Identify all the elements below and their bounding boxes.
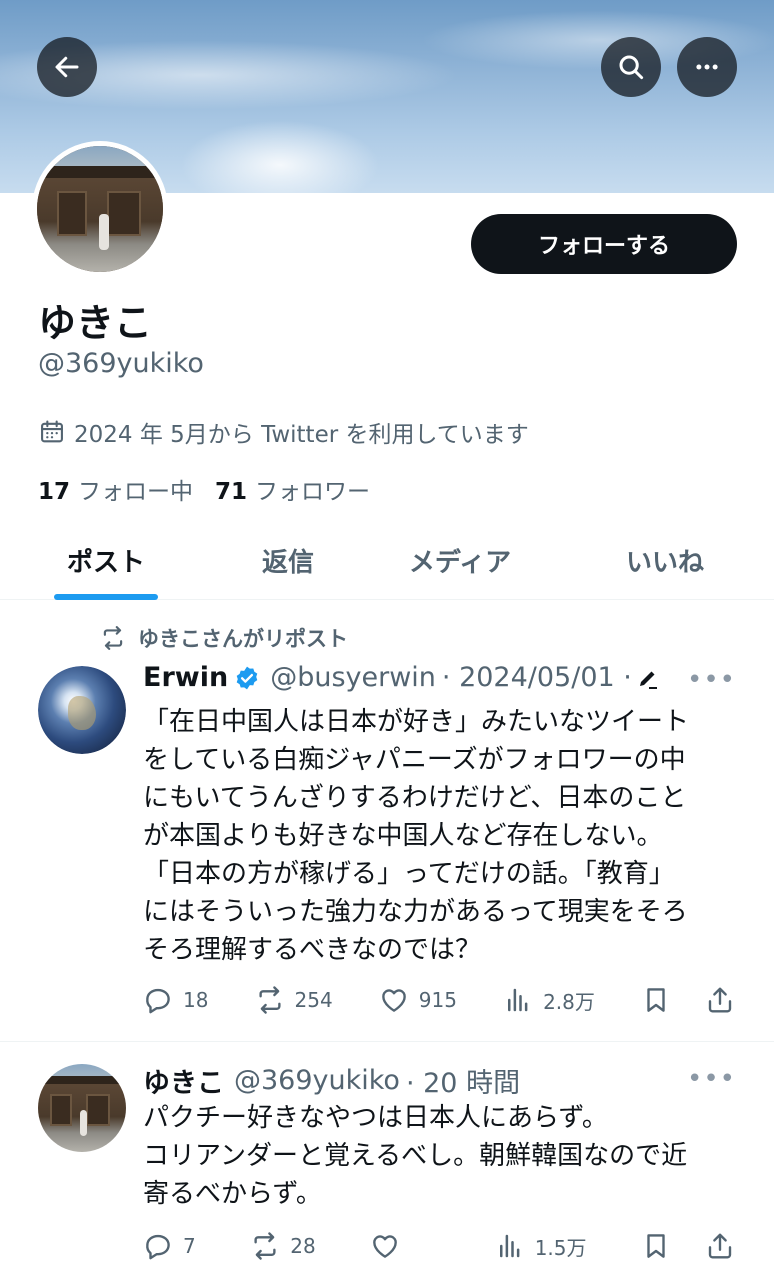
back-button[interactable]: [37, 37, 97, 97]
post-header: ゆきこ @369yukiko · 20 時間: [143, 1061, 520, 1100]
following-link[interactable]: 17 フォロー中: [38, 472, 193, 506]
views-chart-icon: [499, 1234, 520, 1258]
views-chart-icon: [508, 988, 528, 1012]
joined-text: 2024 年 5月から Twitter を利用しています: [74, 422, 529, 448]
post-author-name[interactable]: ゆきこ: [143, 1061, 224, 1100]
repost-icon: [103, 626, 123, 650]
tab-likes[interactable]: いいね: [556, 520, 774, 600]
edit-pencil-icon: [639, 671, 657, 689]
earth-avatar: [38, 666, 126, 754]
heart-icon: [381, 989, 406, 1012]
repost-indicator: ゆきこさんがリポスト: [100, 623, 348, 653]
profile-handle: @369yukiko: [38, 348, 204, 379]
tab-media[interactable]: メディア: [364, 520, 556, 600]
search-button[interactable]: [601, 37, 661, 97]
tab-posts[interactable]: ポスト: [0, 520, 212, 600]
more-options-button[interactable]: [677, 37, 737, 97]
reply-icon: [146, 988, 170, 1014]
like-button[interactable]: [370, 1231, 440, 1261]
post-extra-actions: [641, 985, 735, 1015]
profile-avatar[interactable]: [32, 141, 168, 277]
arrow-left-icon: [55, 56, 79, 78]
repost-icon: [258, 986, 281, 1014]
more-horizontal-icon: [696, 64, 718, 70]
post-date[interactable]: · 20 時間: [406, 1061, 520, 1100]
repost-icon: [254, 1232, 276, 1260]
shrine-photo: [38, 1064, 126, 1152]
calendar-icon: [41, 420, 63, 443]
post-author-handle[interactable]: @369yukiko: [234, 1065, 400, 1096]
post-actions: 7 28 1.5万: [143, 1231, 735, 1261]
bookmark-icon[interactable]: [641, 985, 671, 1015]
verified-badge-icon: [236, 666, 258, 689]
post-date[interactable]: · 2024/05/01 ·: [442, 662, 632, 693]
shrine-photo: [37, 146, 163, 272]
bookmark-icon[interactable]: [641, 1231, 671, 1261]
reply-button[interactable]: 7: [143, 1231, 196, 1261]
post-avatar-yukiko[interactable]: [38, 1064, 126, 1152]
like-button[interactable]: 915: [379, 985, 457, 1015]
joined-info: 2024 年 5月から Twitter を利用しています: [38, 415, 529, 449]
repost-button[interactable]: 254: [255, 985, 333, 1015]
post-more-button[interactable]: •••: [687, 665, 736, 695]
share-icon[interactable]: [705, 1231, 735, 1261]
banner-cloud: [180, 120, 380, 193]
post-author-name[interactable]: Erwin: [143, 662, 228, 693]
post-text: パクチー好きなやつは日本人にあらず。 コリアンダーと覚えるべし。朝鮮韓国なので近…: [143, 1103, 688, 1209]
follow-counts: 17 フォロー中 71 フォロワー: [38, 472, 370, 506]
profile-tabs: ポスト 返信 メディア いいね: [0, 520, 774, 600]
tab-replies[interactable]: 返信: [212, 520, 364, 600]
post-actions: 18 254 915 2.8万: [143, 985, 735, 1015]
post-author-handle[interactable]: @busyerwin: [270, 662, 436, 693]
active-tab-indicator: [54, 594, 158, 600]
heart-icon: [373, 1235, 397, 1258]
followers-link[interactable]: 71 フォロワー: [215, 472, 370, 506]
reply-button[interactable]: 18: [143, 985, 208, 1015]
views-button[interactable]: 1.5万: [495, 1231, 587, 1261]
views-button[interactable]: 2.8万: [503, 985, 595, 1015]
post-more-button[interactable]: •••: [687, 1064, 736, 1094]
share-icon[interactable]: [705, 985, 735, 1015]
post-header: Erwin @busyerwin · 2024/05/01 ·: [143, 662, 660, 693]
profile-name: ゆきこ: [38, 301, 153, 345]
reply-icon: [146, 1234, 170, 1260]
search-icon: [619, 55, 644, 80]
post-divider: [0, 1041, 774, 1042]
post-extra-actions: [641, 1231, 735, 1261]
post-avatar-erwin[interactable]: [38, 666, 126, 754]
post-text: 「在日中国人は日本が好き」みたいなツイート をしている白痴ジャパニーズがフォロワ…: [143, 707, 690, 965]
repost-button[interactable]: 28: [250, 1231, 316, 1261]
follow-button[interactable]: フォローする: [471, 214, 737, 274]
